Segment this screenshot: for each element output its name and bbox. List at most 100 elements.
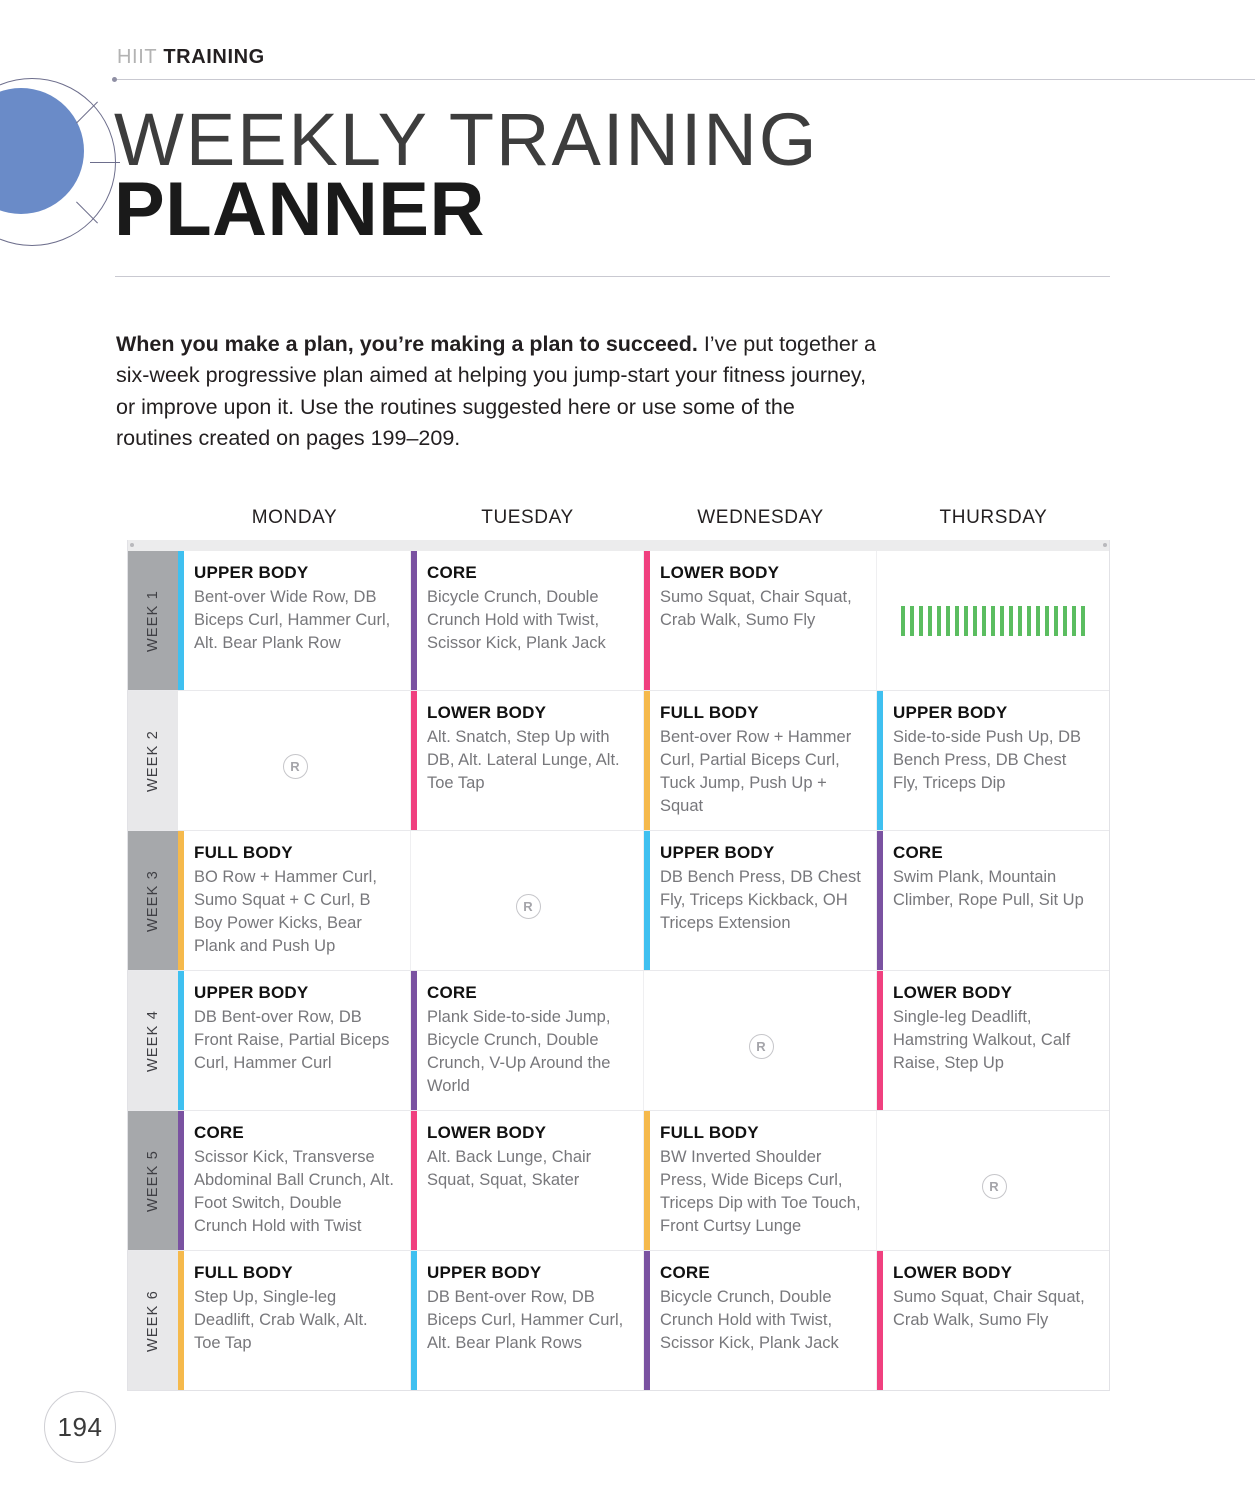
page-title-line1: WEEKLY TRAINING: [114, 98, 819, 181]
cell-title: FULL BODY: [660, 703, 759, 722]
planner-week-row: WEEK 5 CORE Scissor Kick, Transverse Abdom…: [128, 1111, 1109, 1251]
week-label-3: WEEK 3: [128, 831, 178, 970]
planner-cell[interactable]: LOWER BODY Single-leg Deadlift, Hamstring…: [877, 971, 1109, 1110]
planner-cell[interactable]: LOWER BODY Alt. Snatch, Step Up with DB, …: [411, 691, 644, 830]
green-bar: [1045, 605, 1049, 636]
green-bar: [1081, 605, 1085, 636]
green-bar: [1018, 605, 1022, 636]
cell-title: CORE: [194, 1123, 244, 1142]
rest-day-icon: R: [748, 1034, 774, 1059]
day-header-tuesday: TUESDAY: [481, 507, 574, 528]
cell-accent-bar: [877, 831, 883, 970]
planner-cell[interactable]: R: [877, 1111, 1109, 1250]
day-header-thursday: THURSDAY: [939, 507, 1048, 528]
cell-accent-bar: [877, 691, 883, 830]
week-label-1: WEEK 1: [128, 551, 178, 690]
cell-exercise-list: DB Bent-over Row, DB Biceps Curl, Hammer…: [427, 1288, 624, 1352]
planner-cell[interactable]: R: [644, 971, 877, 1110]
cell-accent-bar: [178, 551, 184, 690]
cell-exercise-list: BO Row + Hammer Curl, Sumo Squat + C Cur…: [194, 868, 377, 955]
cell-accent-bar: [178, 971, 184, 1110]
cell-exercise-list: Alt. Back Lunge, Chair Squat, Squat, Ska…: [427, 1148, 592, 1189]
cell-title: LOWER BODY: [660, 563, 780, 582]
planner-week-row: WEEK 1 UPPER BODY Bent-over Wide Row, DB B…: [128, 551, 1109, 691]
cell-exercise-list: BW Inverted Shoulder Press, Wide Biceps …: [660, 1148, 861, 1235]
planner-top-strip: [127, 540, 1110, 551]
cell-accent-bar: [411, 551, 417, 690]
planner-cell[interactable]: LOWER BODY Sumo Squat, Chair Squat, Crab …: [644, 551, 877, 690]
week-label-text: WEEK 5: [145, 1149, 161, 1212]
planner-cell[interactable]: FULL BODY Step Up, Single-leg Deadlift, C…: [178, 1251, 411, 1390]
planner-cell[interactable]: FULL BODY BO Row + Hammer Curl, Sumo Squa…: [178, 831, 411, 970]
planner-cell[interactable]: R: [178, 691, 411, 830]
kicker-bold: TRAINING: [163, 46, 265, 68]
cell-accent-bar: [877, 971, 883, 1110]
cell-exercise-list: Single-leg Deadlift, Hamstring Walkout, …: [893, 1008, 1071, 1072]
week-label-6: WEEK 6: [128, 1251, 178, 1390]
cell-title: UPPER BODY: [194, 563, 309, 582]
planner-cell[interactable]: CORE Swim Plank, Mountain Climber, Rope P…: [877, 831, 1109, 970]
green-bar: [1036, 605, 1040, 636]
page-title-line2: PLANNER: [114, 167, 485, 252]
cell-accent-bar: [644, 831, 650, 970]
planner-week-row: WEEK 4 UPPER BODY DB Bent-over Row, DB Fro…: [128, 971, 1109, 1111]
planner-cell[interactable]: UPPER BODY Bent-over Wide Row, DB Biceps …: [178, 551, 411, 690]
planner-cell[interactable]: FULL BODY Bent-over Row + Hammer Curl, Pa…: [644, 691, 877, 830]
green-bar: [1054, 605, 1058, 636]
planner-cell[interactable]: R: [411, 831, 644, 970]
planner-cell[interactable]: UPPER BODY Side-to-side Push Up, DB Bench…: [877, 691, 1109, 830]
planner-cell[interactable]: UPPER BODY DB Bench Press, DB Chest Fly, …: [644, 831, 877, 970]
cell-title: UPPER BODY: [660, 843, 775, 862]
cell-accent-bar: [178, 1111, 184, 1250]
green-bar: [1000, 605, 1004, 636]
cell-title: FULL BODY: [194, 1263, 293, 1282]
green-bar: [973, 605, 977, 636]
cell-exercise-list: DB Bench Press, DB Chest Fly, Triceps Ki…: [660, 868, 861, 932]
cell-exercise-list: Alt. Snatch, Step Up with DB, Alt. Later…: [427, 728, 620, 792]
planner-cell[interactable]: FULL BODY BW Inverted Shoulder Press, Wid…: [644, 1111, 877, 1250]
cell-exercise-list: Bicycle Crunch, Double Crunch Hold with …: [427, 588, 606, 652]
planner-day-header: MONDAY TUESDAY WEDNESDAY THURSDAY: [127, 507, 1110, 540]
week-label-text: WEEK 3: [145, 869, 161, 932]
planner-cell[interactable]: CORE Plank Side-to-side Jump, Bicycle Cru…: [411, 971, 644, 1110]
planner-cell[interactable]: UPPER BODY DB Bent-over Row, DB Front Rai…: [178, 971, 411, 1110]
header-divider-bottom: [115, 276, 1110, 277]
cell-accent-bar: [411, 1111, 417, 1250]
breadcrumb: HIIT TRAINING: [117, 46, 265, 69]
cell-title: CORE: [893, 843, 943, 862]
cell-title: CORE: [660, 1263, 710, 1282]
cell-exercise-list: Side-to-side Push Up, DB Bench Press, DB…: [893, 728, 1082, 792]
planner-cell[interactable]: [877, 551, 1109, 690]
planner-cell[interactable]: LOWER BODY Alt. Back Lunge, Chair Squat, …: [411, 1111, 644, 1250]
cell-exercise-list: Bent-over Row + Hammer Curl, Partial Bic…: [660, 728, 852, 815]
planner-cell[interactable]: CORE Bicycle Crunch, Double Crunch Hold w…: [411, 551, 644, 690]
cell-accent-bar: [644, 691, 650, 830]
green-bar: [937, 605, 941, 636]
cell-accent-bar: [411, 971, 417, 1110]
green-bar: [928, 605, 932, 636]
kicker-light: HIIT: [117, 46, 158, 68]
green-bar: [991, 605, 995, 636]
cell-accent-bar: [877, 1251, 883, 1390]
planner-cell[interactable]: CORE Scissor Kick, Transverse Abdominal B…: [178, 1111, 411, 1250]
green-bar: [1063, 605, 1067, 636]
cell-accent-bar: [644, 1251, 650, 1390]
intro-lead: When you make a plan, you’re making a pl…: [116, 331, 698, 356]
week-label-4: WEEK 4: [128, 971, 178, 1110]
green-bar: [919, 605, 923, 636]
cell-title: LOWER BODY: [893, 983, 1013, 1002]
planner-grid: WEEK 1 UPPER BODY Bent-over Wide Row, DB B…: [127, 551, 1110, 1391]
green-bar-pattern-icon: [877, 605, 1109, 636]
day-header-wednesday: WEDNESDAY: [697, 507, 824, 528]
cell-accent-bar: [411, 691, 417, 830]
planner-cell[interactable]: CORE Bicycle Crunch, Double Crunch Hold w…: [644, 1251, 877, 1390]
cell-title: LOWER BODY: [893, 1263, 1013, 1282]
week-label-text: WEEK 1: [145, 589, 161, 652]
cell-exercise-list: Sumo Squat, Chair Squat, Crab Walk, Sumo…: [893, 1288, 1085, 1329]
green-bar: [901, 605, 905, 636]
brand-logo: [0, 78, 120, 248]
planner-week-row: WEEK 6 FULL BODY Step Up, Single-leg Deadl…: [128, 1251, 1109, 1391]
planner-cell[interactable]: UPPER BODY DB Bent-over Row, DB Biceps Cu…: [411, 1251, 644, 1390]
planner-cell[interactable]: LOWER BODY Sumo Squat, Chair Squat, Crab …: [877, 1251, 1109, 1390]
cell-exercise-list: Plank Side-to-side Jump, Bicycle Crunch,…: [427, 1008, 611, 1095]
